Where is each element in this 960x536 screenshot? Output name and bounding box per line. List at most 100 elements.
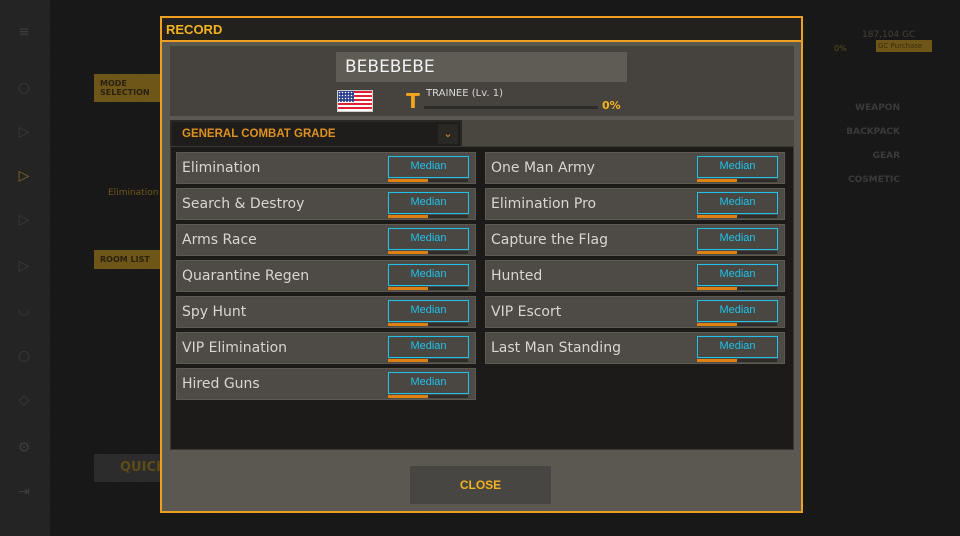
mode-row: One Man Army Median — [485, 152, 785, 184]
loadout-gear[interactable]: GEAR — [840, 144, 900, 168]
dialog-title: RECORD — [162, 18, 801, 42]
us-flag-icon — [337, 90, 373, 112]
grade-progress-fill — [697, 359, 737, 362]
grade-progress-fill — [388, 215, 428, 218]
mode-name: Search & Destroy — [182, 196, 305, 212]
mode-grade-list: Elimination Median Search & Destroy Medi… — [170, 146, 794, 450]
player-name: BEBEBEBE — [336, 52, 627, 82]
grade-progress-fill — [697, 179, 737, 182]
mode-name: VIP Elimination — [182, 340, 288, 356]
play-nav-icon[interactable]: ▷ — [15, 168, 33, 184]
grade-progress-bar — [697, 179, 777, 182]
grade-progress-fill — [697, 287, 737, 290]
loadout-backpack[interactable]: BACKPACK — [840, 120, 900, 144]
grade-dropdown[interactable]: GENERAL COMBAT GRADE ⌄ — [170, 120, 462, 148]
mode-row: Arms Race Median — [176, 224, 476, 256]
cart-icon[interactable]: ◡ — [15, 302, 33, 318]
mode-name: Hired Guns — [182, 376, 260, 392]
grade-badge[interactable]: Median — [697, 300, 778, 322]
record-dialog: RECORD BEBEBEBE T TRAINEE (Lv. 1) 0% GEN… — [160, 16, 803, 513]
xp-progress-bar — [424, 106, 598, 109]
mode-row: Last Man Standing Median — [485, 332, 785, 364]
mode-row: Capture the Flag Median — [485, 224, 785, 256]
nav-icon[interactable]: ▷ — [15, 124, 33, 140]
grade-badge[interactable]: Median — [388, 228, 469, 250]
nav-icon[interactable]: ▷ — [15, 212, 33, 228]
mode-name: Elimination Pro — [491, 196, 597, 212]
quick-match-button[interactable]: QUICK — [94, 454, 166, 482]
left-nav-bar: ≡ ○ ▷ ▷ ▷ ▷ ◡ ○ ◇ ⚙ ⇥ — [0, 0, 50, 536]
grade-progress-bar — [388, 287, 468, 290]
room-list-tab[interactable]: ROOM LIST — [94, 250, 164, 269]
grade-badge[interactable]: Median — [697, 156, 778, 178]
grade-badge[interactable]: Median — [388, 336, 469, 358]
grade-progress-bar — [697, 323, 777, 326]
mode-name: Quarantine Regen — [182, 268, 310, 284]
grade-progress-bar — [697, 215, 777, 218]
player-header: BEBEBEBE T TRAINEE (Lv. 1) 0% — [170, 46, 794, 116]
mode-row: VIP Escort Median — [485, 296, 785, 328]
grade-progress-fill — [388, 323, 428, 326]
loadout-weapon[interactable]: WEAPON — [840, 96, 900, 120]
grade-badge[interactable]: Median — [388, 264, 469, 286]
mode-row: Elimination Median — [176, 152, 476, 184]
nav-icon[interactable]: ◇ — [15, 392, 33, 408]
mode-name: Spy Hunt — [182, 304, 247, 320]
nav-icon[interactable]: ○ — [15, 80, 33, 96]
grade-dropdown-label: GENERAL COMBAT GRADE — [182, 128, 336, 140]
mode-name: Last Man Standing — [491, 340, 621, 356]
grade-progress-fill — [388, 359, 428, 362]
gear-icon[interactable]: ⚙ — [15, 440, 33, 456]
mode-name: Arms Race — [182, 232, 257, 248]
mode-name: Hunted — [491, 268, 543, 284]
grade-progress-bar — [388, 395, 468, 398]
mode-row: Spy Hunt Median — [176, 296, 476, 328]
grade-progress-bar — [388, 179, 468, 182]
grade-badge[interactable]: Median — [388, 156, 469, 178]
mode-name: VIP Escort — [491, 304, 562, 320]
grade-progress-bar — [697, 359, 777, 362]
mode-name: Elimination — [108, 188, 159, 198]
grade-badge[interactable]: Median — [697, 264, 778, 286]
header-spacer — [462, 120, 794, 146]
nav-icon[interactable]: ○ — [15, 348, 33, 364]
mode-row: Quarantine Regen Median — [176, 260, 476, 292]
mode-row: Hunted Median — [485, 260, 785, 292]
grade-badge[interactable]: Median — [388, 192, 469, 214]
xp-percent: 0% — [602, 99, 621, 112]
grade-progress-fill — [388, 287, 428, 290]
grade-progress-fill — [697, 251, 737, 254]
close-button[interactable]: CLOSE — [410, 466, 551, 504]
mode-name: One Man Army — [491, 160, 595, 176]
grade-progress-bar — [697, 287, 777, 290]
grade-badge[interactable]: Median — [388, 300, 469, 322]
grade-progress-fill — [697, 215, 737, 218]
grade-progress-bar — [697, 251, 777, 254]
mode-row: Elimination Pro Median — [485, 188, 785, 220]
grade-badge[interactable]: Median — [697, 228, 778, 250]
grade-progress-fill — [388, 395, 428, 398]
mode-row: Search & Destroy Median — [176, 188, 476, 220]
mode-name: Capture the Flag — [491, 232, 608, 248]
loadout-cosmetic[interactable]: COSMETIC — [840, 168, 900, 192]
gc-amount: 187,104 GC — [862, 30, 916, 40]
grade-progress-bar — [388, 323, 468, 326]
bg-xp-percent: 0% — [834, 44, 847, 53]
grade-progress-bar — [388, 215, 468, 218]
mode-selection-tab[interactable]: MODE SELECTION — [94, 74, 164, 102]
grade-badge[interactable]: Median — [388, 372, 469, 394]
rank-label: TRAINEE (Lv. 1) — [426, 88, 503, 99]
mode-row: VIP Elimination Median — [176, 332, 476, 364]
mode-row: Hired Guns Median — [176, 368, 476, 400]
nav-icon[interactable]: ▷ — [15, 258, 33, 274]
grade-progress-fill — [388, 179, 428, 182]
grade-progress-bar — [388, 251, 468, 254]
exit-icon[interactable]: ⇥ — [15, 484, 33, 500]
chevron-down-icon[interactable]: ⌄ — [438, 124, 458, 144]
menu-icon[interactable]: ≡ — [15, 24, 33, 40]
loadout-list: WEAPON BACKPACK GEAR COSMETIC — [840, 96, 900, 192]
grade-badge[interactable]: Median — [697, 336, 778, 358]
gc-purchase-button[interactable]: GC Purchase — [876, 40, 932, 52]
grade-badge[interactable]: Median — [697, 192, 778, 214]
trainee-rank-icon: T — [406, 89, 420, 113]
